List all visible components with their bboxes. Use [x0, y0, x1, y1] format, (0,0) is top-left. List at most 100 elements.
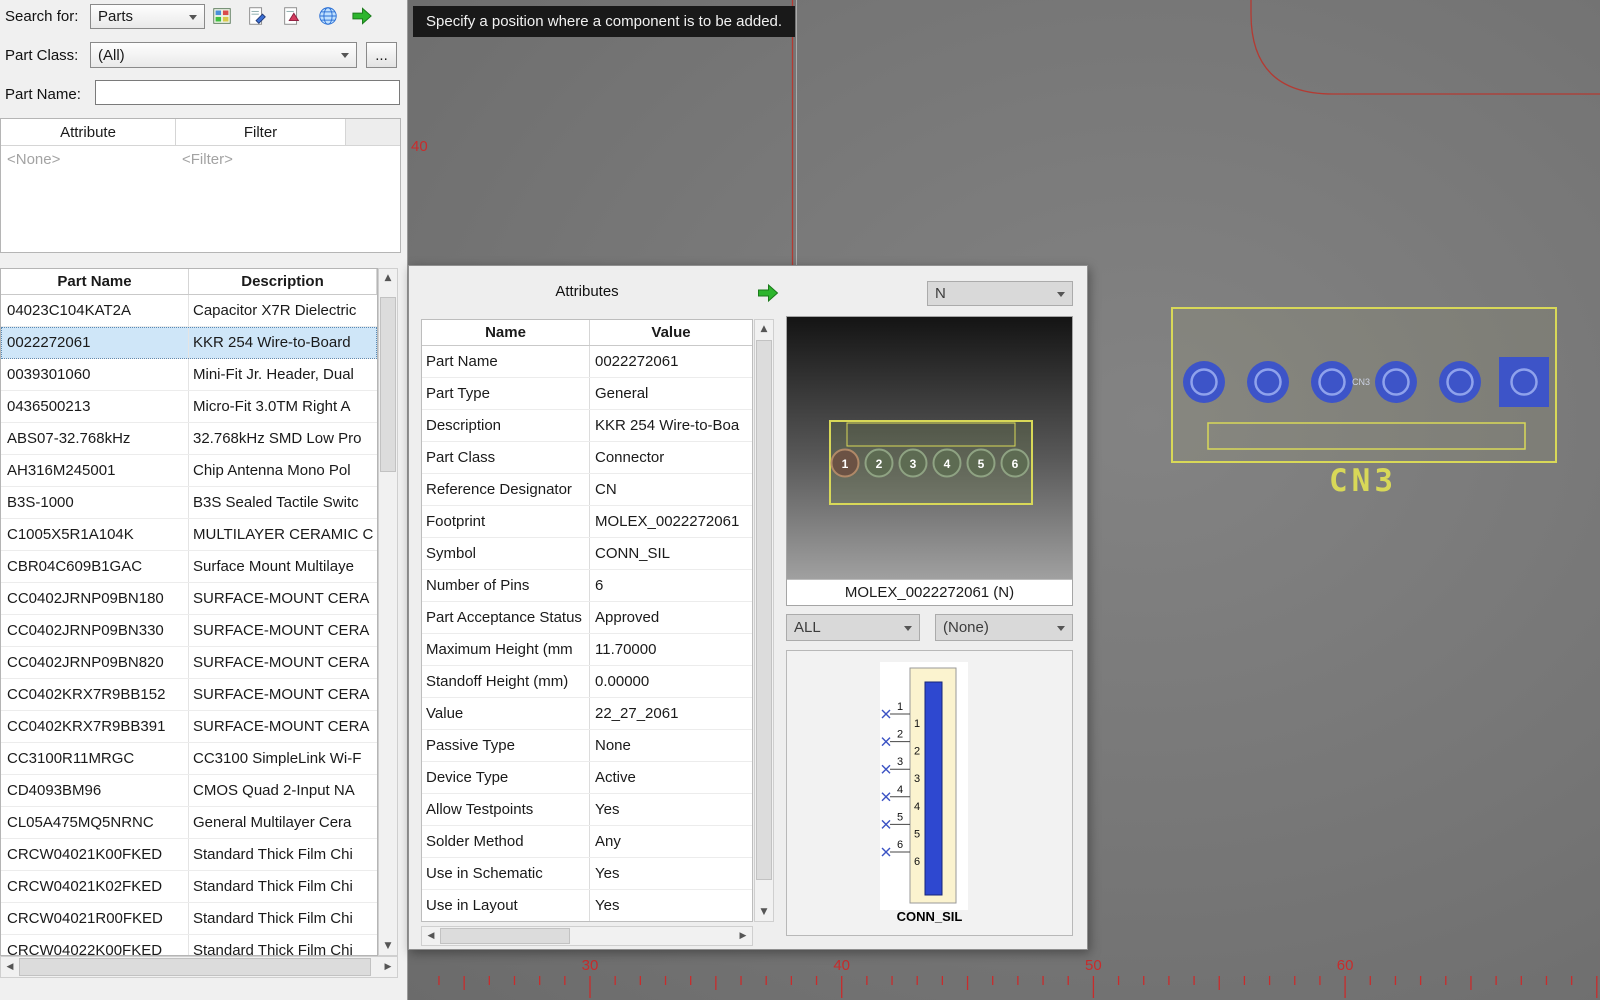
part-name-cell[interactable]: CL05A475MQ5NRNC: [1, 807, 189, 838]
part-row[interactable]: CRCW04021K00FKED Standard Thick Film Chi: [1, 839, 377, 871]
part-name-cell[interactable]: CC3100R11MRGC: [1, 743, 189, 774]
footprint-filter-dropdown[interactable]: ALL: [786, 614, 920, 641]
part-description-cell[interactable]: Mini-Fit Jr. Header, Dual: [189, 359, 377, 390]
parts-vscroll-thumb[interactable]: [380, 297, 396, 472]
part-name-cell[interactable]: CC0402JRNP09BN180: [1, 583, 189, 614]
part-row[interactable]: CD4093BM96 CMOS Quad 2-Input NA: [1, 775, 377, 807]
attribute-row[interactable]: Standoff Height (mm) 0.00000: [422, 666, 752, 698]
edit-document-icon[interactable]: [244, 4, 269, 28]
scroll-right-icon[interactable]: ▶: [379, 957, 397, 977]
attribute-row[interactable]: Footprint MOLEX_0022272061: [422, 506, 752, 538]
part-row[interactable]: CL05A475MQ5NRNC General Multilayer Cera: [1, 807, 377, 839]
attributes-hscrollbar[interactable]: ◀ ▶: [421, 926, 753, 946]
attribute-row[interactable]: Part Acceptance Status Approved: [422, 602, 752, 634]
attribute-none-cell[interactable]: <None>: [1, 146, 176, 172]
attribute-row[interactable]: Number of Pins 6: [422, 570, 752, 602]
part-name-cell[interactable]: 0436500213: [1, 391, 189, 422]
attribute-value-cell[interactable]: None: [590, 730, 752, 761]
attribute-value-cell[interactable]: KKR 254 Wire-to-Boa: [590, 410, 752, 441]
part-name-cell[interactable]: CC0402JRNP09BN330: [1, 615, 189, 646]
attributes-vscrollbar[interactable]: ▲ ▼: [754, 319, 774, 922]
scroll-down-icon[interactable]: ▼: [755, 903, 773, 921]
attribute-value-cell[interactable]: Any: [590, 826, 752, 857]
part-name-cell[interactable]: CD4093BM96: [1, 775, 189, 806]
part-row[interactable]: CC0402JRNP09BN330 SURFACE-MOUNT CERA: [1, 615, 377, 647]
attribute-name-cell[interactable]: Standoff Height (mm): [422, 666, 590, 697]
attribute-value-cell[interactable]: 11.70000: [590, 634, 752, 665]
part-library-icon[interactable]: [209, 4, 234, 28]
scroll-left-icon[interactable]: ◀: [422, 927, 440, 945]
part-name-cell[interactable]: 0022272061: [1, 327, 189, 358]
symbol-filter-dropdown[interactable]: (None): [935, 614, 1073, 641]
attribute-name-cell[interactable]: Footprint: [422, 506, 590, 537]
attribute-name-cell[interactable]: Passive Type: [422, 730, 590, 761]
part-name-cell[interactable]: CC0402JRNP09BN820: [1, 647, 189, 678]
value-column-header[interactable]: Value: [590, 320, 752, 345]
part-row[interactable]: CRCW04022K00FKED Standard Thick Film Chi: [1, 935, 377, 956]
browse-class-button[interactable]: ...: [366, 42, 397, 68]
parts-hscrollbar[interactable]: ◀ ▶: [0, 956, 398, 978]
attribute-name-cell[interactable]: Solder Method: [422, 826, 590, 857]
attribute-name-cell[interactable]: Device Type: [422, 762, 590, 793]
attribute-row[interactable]: Maximum Height (mm 11.70000: [422, 634, 752, 666]
attribute-value-cell[interactable]: CONN_SIL: [590, 538, 752, 569]
part-name-cell[interactable]: CRCW04022K00FKED: [1, 935, 189, 956]
part-name-cell[interactable]: 04023C104KAT2A: [1, 295, 189, 326]
scroll-up-icon[interactable]: ▲: [379, 269, 397, 287]
attribute-name-cell[interactable]: Number of Pins: [422, 570, 590, 601]
part-row[interactable]: 0022272061 KKR 254 Wire-to-Board: [1, 327, 377, 359]
attribute-name-cell[interactable]: Maximum Height (mm: [422, 634, 590, 665]
part-description-cell[interactable]: SURFACE-MOUNT CERA: [189, 647, 377, 678]
attribute-value-cell[interactable]: 0.00000: [590, 666, 752, 697]
attribute-value-cell[interactable]: Yes: [590, 858, 752, 889]
part-name-cell[interactable]: CRCW04021R00FKED: [1, 903, 189, 934]
apply-arrow-icon[interactable]: [350, 4, 375, 28]
document-part-icon[interactable]: [279, 4, 304, 28]
part-description-cell[interactable]: CC3100 SimpleLink Wi-F: [189, 743, 377, 774]
attribute-row[interactable]: Part Name 0022272061: [422, 346, 752, 378]
part-row[interactable]: CC3100R11MRGC CC3100 SimpleLink Wi-F: [1, 743, 377, 775]
globe-icon[interactable]: [315, 4, 340, 28]
part-description-cell[interactable]: Standard Thick Film Chi: [189, 839, 377, 870]
attribute-value-cell[interactable]: Approved: [590, 602, 752, 633]
part-row[interactable]: ABS07-32.768kHz 32.768kHz SMD Low Pro: [1, 423, 377, 455]
part-description-cell[interactable]: SURFACE-MOUNT CERA: [189, 615, 377, 646]
part-description-cell[interactable]: Surface Mount Multilaye: [189, 551, 377, 582]
footprint-preview-canvas[interactable]: 123456: [787, 317, 1072, 579]
part-name-cell[interactable]: C1005X5R1A104K: [1, 519, 189, 550]
description-column-header[interactable]: Description: [189, 269, 377, 294]
part-row[interactable]: CRCW04021K02FKED Standard Thick Film Chi: [1, 871, 377, 903]
name-column-header[interactable]: Name: [422, 320, 590, 345]
part-row[interactable]: CC0402KRX7R9BB391 SURFACE-MOUNT CERA: [1, 711, 377, 743]
part-description-cell[interactable]: SURFACE-MOUNT CERA: [189, 679, 377, 710]
part-name-column-header[interactable]: Part Name: [1, 269, 189, 294]
part-row[interactable]: 04023C104KAT2A Capacitor X7R Dielectric: [1, 295, 377, 327]
part-description-cell[interactable]: CMOS Quad 2-Input NA: [189, 775, 377, 806]
part-description-cell[interactable]: General Multilayer Cera: [189, 807, 377, 838]
attribute-name-cell[interactable]: Reference Designator: [422, 474, 590, 505]
attribute-name-cell[interactable]: Use in Schematic: [422, 858, 590, 889]
attribute-row[interactable]: Part Class Connector: [422, 442, 752, 474]
part-description-cell[interactable]: Chip Antenna Mono Pol: [189, 455, 377, 486]
part-row[interactable]: 0039301060 Mini-Fit Jr. Header, Dual: [1, 359, 377, 391]
attribute-row[interactable]: Use in Layout Yes: [422, 890, 752, 922]
part-name-cell[interactable]: CRCW04021K00FKED: [1, 839, 189, 870]
part-description-cell[interactable]: MULTILAYER CERAMIC C: [189, 519, 377, 550]
place-part-arrow-button[interactable]: [753, 280, 783, 305]
search-for-dropdown[interactable]: Parts: [90, 4, 205, 29]
attribute-row[interactable]: Part Type General: [422, 378, 752, 410]
attribute-name-cell[interactable]: Description: [422, 410, 590, 441]
part-description-cell[interactable]: SURFACE-MOUNT CERA: [189, 711, 377, 742]
layer-dropdown[interactable]: N: [927, 281, 1073, 306]
part-name-cell[interactable]: 0039301060: [1, 359, 189, 390]
attribute-name-cell[interactable]: Part Name: [422, 346, 590, 377]
part-description-cell[interactable]: 32.768kHz SMD Low Pro: [189, 423, 377, 454]
part-row[interactable]: CC0402JRNP09BN180 SURFACE-MOUNT CERA: [1, 583, 377, 615]
attribute-name-cell[interactable]: Symbol: [422, 538, 590, 569]
part-description-cell[interactable]: Standard Thick Film Chi: [189, 871, 377, 902]
attribute-value-cell[interactable]: 0022272061: [590, 346, 752, 377]
scroll-left-icon[interactable]: ◀: [1, 957, 19, 977]
part-row[interactable]: CBR04C609B1GAC Surface Mount Multilaye: [1, 551, 377, 583]
parts-vscrollbar[interactable]: ▲ ▼: [378, 268, 398, 956]
part-description-cell[interactable]: KKR 254 Wire-to-Board: [189, 327, 377, 358]
